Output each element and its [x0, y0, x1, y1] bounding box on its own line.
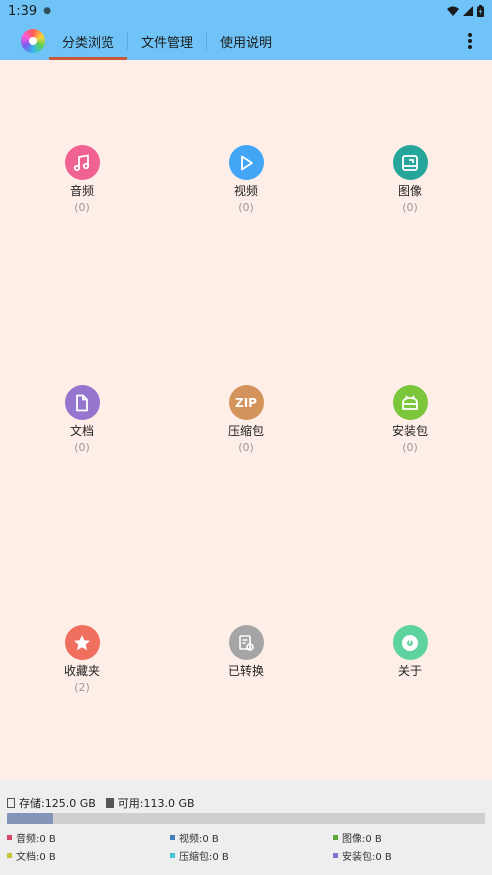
legend-label: 文档:0 B: [16, 852, 56, 863]
category-image[interactable]: 图像 (0): [350, 145, 470, 214]
legend-swatch: [170, 853, 175, 858]
tab-label: 文件管理: [141, 35, 194, 51]
tab-instructions[interactable]: 使用说明: [207, 22, 285, 60]
category-label: 关于: [397, 664, 422, 678]
tab-label: 使用说明: [220, 35, 273, 51]
storage-summary: 存储:125.0 GB 可用:113.0 GB: [7, 795, 205, 811]
zip-icon: ZIP: [228, 385, 264, 420]
tab-label: 分类浏览: [62, 35, 115, 51]
tab-file-manager[interactable]: 文件管理: [128, 22, 206, 60]
category-favorites[interactable]: 收藏夹 (2): [22, 625, 142, 694]
app-logo-icon: [21, 29, 45, 53]
category-label: 安装包: [391, 424, 428, 438]
storage-total: 存储:125.0 GB: [19, 797, 96, 810]
storage-available: 可用:113.0 GB: [117, 797, 195, 810]
notification-icon: ●: [43, 6, 52, 16]
play-icon: [228, 145, 264, 180]
about-disc-icon: [392, 625, 428, 660]
category-about[interactable]: 关于: [350, 625, 470, 681]
category-label: 图像: [397, 184, 422, 198]
legend-swatch: [170, 835, 175, 840]
storage-icon: [7, 798, 15, 808]
category-count: (0): [238, 441, 254, 454]
legend-video: 视频:0 B: [170, 830, 219, 845]
category-audio[interactable]: 音频 (0): [22, 145, 142, 214]
category-video[interactable]: 视频 (0): [186, 145, 306, 214]
document-icon: [64, 385, 100, 420]
converted-file-icon: [228, 625, 264, 660]
legend-documents: 文档:0 B: [7, 848, 56, 863]
legend-swatch: [333, 853, 338, 858]
more-options-icon[interactable]: [468, 33, 472, 49]
music-note-icon: [64, 145, 100, 180]
app-header: 1:39 ● 分类浏览 文件管理 使用说明: [0, 0, 492, 60]
legend-swatch: [7, 835, 12, 840]
status-time: 1:39: [8, 3, 38, 19]
category-archives[interactable]: ZIP 压缩包 (0): [186, 385, 306, 454]
wifi-icon: [447, 6, 459, 16]
legend-apk: 安装包:0 B: [333, 848, 392, 863]
legend-audio: 音频:0 B: [7, 830, 56, 845]
legend-archives: 压缩包:0 B: [170, 848, 229, 863]
category-label: 压缩包: [227, 424, 264, 438]
legend-swatch: [333, 835, 338, 840]
category-count: (0): [74, 201, 90, 214]
category-label: 收藏夹: [63, 664, 100, 678]
legend-label: 图像:0 B: [342, 834, 382, 845]
star-icon: [64, 625, 100, 660]
storage-usage-fill: [7, 813, 53, 824]
legend-image: 图像:0 B: [333, 830, 382, 845]
category-label: 视频: [233, 184, 258, 198]
legend-label: 安装包:0 B: [342, 852, 392, 863]
android-icon: [392, 385, 428, 420]
legend-swatch: [7, 853, 12, 858]
category-count: (0): [402, 441, 418, 454]
legend-label: 视频:0 B: [179, 834, 219, 845]
battery-icon: [477, 5, 484, 17]
storage-usage-bar: [7, 813, 485, 824]
category-count: (2): [74, 681, 90, 694]
category-label: 已转换: [227, 664, 264, 678]
status-bar: 1:39 ●: [0, 0, 492, 22]
tab-category-browse[interactable]: 分类浏览: [49, 22, 128, 60]
image-icon: [392, 145, 428, 180]
category-count: (0): [238, 201, 254, 214]
legend-label: 音频:0 B: [16, 834, 56, 845]
category-documents[interactable]: 文档 (0): [22, 385, 142, 454]
category-label: 文档: [69, 424, 94, 438]
category-converted[interactable]: 已转换: [186, 625, 306, 681]
tab-bar: 分类浏览 文件管理 使用说明: [0, 22, 492, 60]
available-storage-icon: [105, 798, 114, 808]
category-count: (0): [402, 201, 418, 214]
storage-legend: 音频:0 B 视频:0 B 图像:0 B 文档:0 B 压缩包:0 B 安装包:…: [7, 830, 485, 870]
category-grid: 音频 (0) 视频 (0) 图像 (0) 文档 (0) ZIP 压缩包 (0) …: [0, 60, 492, 780]
signal-icon: [463, 6, 473, 16]
category-count: (0): [74, 441, 90, 454]
category-apk[interactable]: 安装包 (0): [350, 385, 470, 454]
category-label: 音频: [69, 184, 94, 198]
legend-label: 压缩包:0 B: [179, 852, 229, 863]
